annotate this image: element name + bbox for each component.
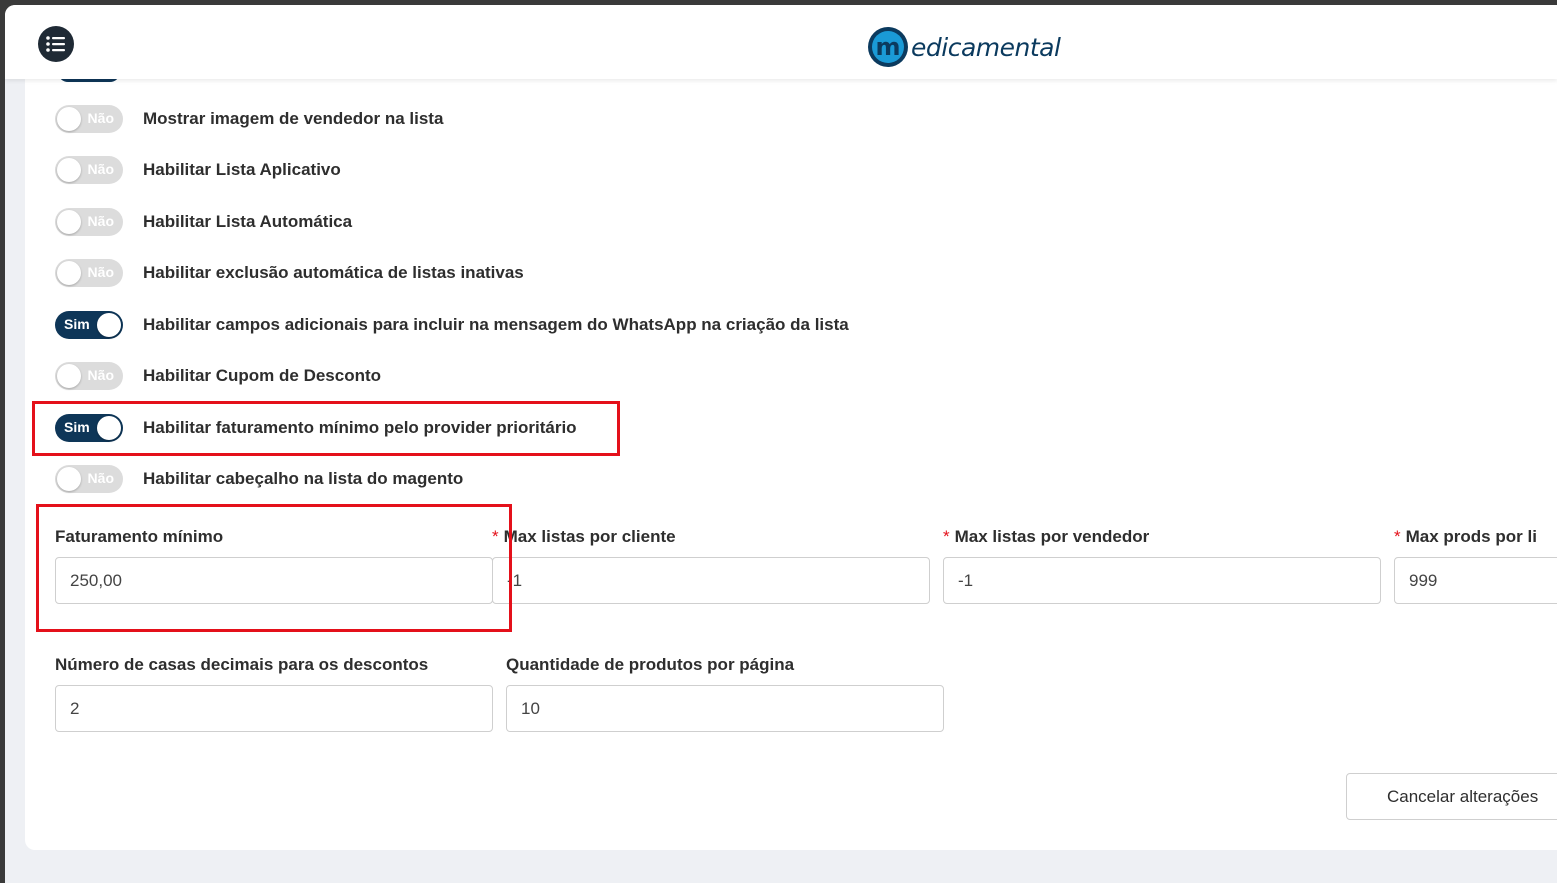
field-label: Faturamento mínimo bbox=[55, 526, 223, 548]
form-field: Número de casas decimais para os descont… bbox=[55, 654, 493, 732]
toggle-switch[interactable]: Não bbox=[55, 465, 123, 493]
toggle-row: Não Habilitar exclusão automática de list… bbox=[55, 258, 524, 288]
toggle-row-label: Habilitar cabeçalho na lista do magento bbox=[143, 469, 464, 488]
field-input[interactable]: -1 bbox=[943, 557, 1381, 604]
toggle-knob bbox=[57, 158, 81, 182]
toggle-knob bbox=[57, 261, 81, 285]
toggle-switch[interactable]: Não bbox=[55, 362, 123, 390]
toggle-knob bbox=[57, 210, 81, 234]
toggle-row-label: Habilitar faturamento mínimo pelo provid… bbox=[143, 418, 577, 437]
toggle-row: Sim Habilitar campos adicionais para incl… bbox=[55, 310, 849, 340]
toggle-knob bbox=[57, 467, 81, 491]
form-field: Quantidade de produtos por página 10 bbox=[506, 654, 944, 732]
form-field: * Max listas por cliente -1 bbox=[492, 526, 930, 604]
field-input[interactable]: -1 bbox=[492, 557, 930, 604]
field-label-text: Quantidade de produtos por página bbox=[506, 655, 795, 674]
toggle-switch[interactable]: Não bbox=[55, 259, 123, 287]
toggle-state-label: Não bbox=[87, 110, 114, 126]
field-input[interactable]: 10 bbox=[506, 685, 944, 732]
field-input[interactable]: 2 bbox=[55, 685, 493, 732]
field-label-text: Faturamento mínimo bbox=[55, 527, 224, 546]
toggle-state-label: Não bbox=[87, 161, 114, 177]
toggle-row: Não Habilitar Cupom de Desconto bbox=[55, 361, 381, 391]
toggle-knob bbox=[57, 107, 81, 131]
toggle-row-label: Habilitar Cupom de Desconto bbox=[143, 366, 382, 385]
toggle-row-label: Habilitar exclusão automática de listas … bbox=[143, 263, 524, 282]
form-field: * Max prods por li 999 bbox=[1394, 526, 1557, 604]
toggle-knob bbox=[57, 364, 81, 388]
toggle-switch[interactable]: Sim bbox=[55, 311, 123, 339]
logo-mark-letter: m bbox=[875, 33, 900, 61]
required-asterisk: * bbox=[492, 527, 499, 546]
field-label-text: Max listas por cliente bbox=[503, 527, 676, 546]
toggle-row-label: Habilitar Lista Aplicativo bbox=[143, 160, 341, 179]
field-label: * Max prods por li bbox=[1394, 526, 1537, 548]
top-bar: m edicamental bbox=[5, 5, 1557, 79]
cancel-changes-button[interactable]: Cancelar alterações bbox=[1346, 773, 1557, 820]
brand-logo: m edicamental bbox=[867, 25, 1061, 69]
field-input[interactable]: 250,00 bbox=[55, 557, 493, 604]
app-window: m edicamental Não Mostrar imagem de vende… bbox=[5, 5, 1557, 883]
menu-button[interactable] bbox=[38, 26, 74, 62]
toggle-state-label: Não bbox=[87, 264, 114, 280]
toggle-switch[interactable]: Sim bbox=[55, 414, 123, 442]
toggle-state-label: Não bbox=[87, 213, 114, 229]
field-label-text: Max listas por vendedor bbox=[954, 527, 1150, 546]
list-icon bbox=[46, 36, 65, 52]
toggle-row: Não Habilitar Lista Aplicativo bbox=[55, 155, 341, 185]
toggle-state-label: Sim bbox=[64, 316, 90, 332]
field-label: Quantidade de produtos por página bbox=[506, 654, 794, 676]
required-asterisk: * bbox=[943, 527, 950, 546]
toggle-knob bbox=[97, 416, 121, 440]
required-asterisk: * bbox=[1394, 527, 1401, 546]
form-field: * Max listas por vendedor -1 bbox=[943, 526, 1381, 604]
toggle-state-label: Sim bbox=[64, 419, 90, 435]
field-label-text: Max prods por li bbox=[1405, 527, 1537, 546]
toggle-row: Não Mostrar imagem de vendedor na lista bbox=[55, 104, 443, 134]
toggle-row-label: Habilitar campos adicionais para incluir… bbox=[143, 315, 849, 334]
toggle-state-label: Não bbox=[87, 470, 114, 486]
toggle-row-label: Mostrar imagem de vendedor na lista bbox=[143, 109, 444, 128]
field-input[interactable]: 999 bbox=[1394, 557, 1557, 604]
field-label: * Max listas por cliente bbox=[492, 526, 676, 548]
toggle-row-label: Habilitar Lista Automática bbox=[143, 212, 353, 231]
toggle-switch[interactable]: Não bbox=[55, 156, 123, 184]
field-label: Número de casas decimais para os descont… bbox=[55, 654, 428, 676]
form-field: Faturamento mínimo 250,00 bbox=[55, 526, 493, 604]
toggle-state-label: Não bbox=[87, 367, 114, 383]
field-label-text: Número de casas decimais para os descont… bbox=[55, 655, 429, 674]
toggle-switch[interactable]: Não bbox=[55, 105, 123, 133]
toggle-row: Sim Habilitar faturamento mínimo pelo pro… bbox=[55, 413, 577, 443]
field-label: * Max listas por vendedor bbox=[943, 526, 1149, 548]
toggle-row: Não Habilitar cabeçalho na lista do magen… bbox=[55, 464, 463, 494]
toggle-row: Não Habilitar Lista Automática bbox=[55, 207, 352, 237]
logo-mark-icon: m bbox=[868, 27, 908, 67]
toggle-knob bbox=[97, 313, 121, 337]
toggle-switch[interactable]: Não bbox=[55, 208, 123, 236]
brand-name: edicamental bbox=[911, 32, 1061, 62]
